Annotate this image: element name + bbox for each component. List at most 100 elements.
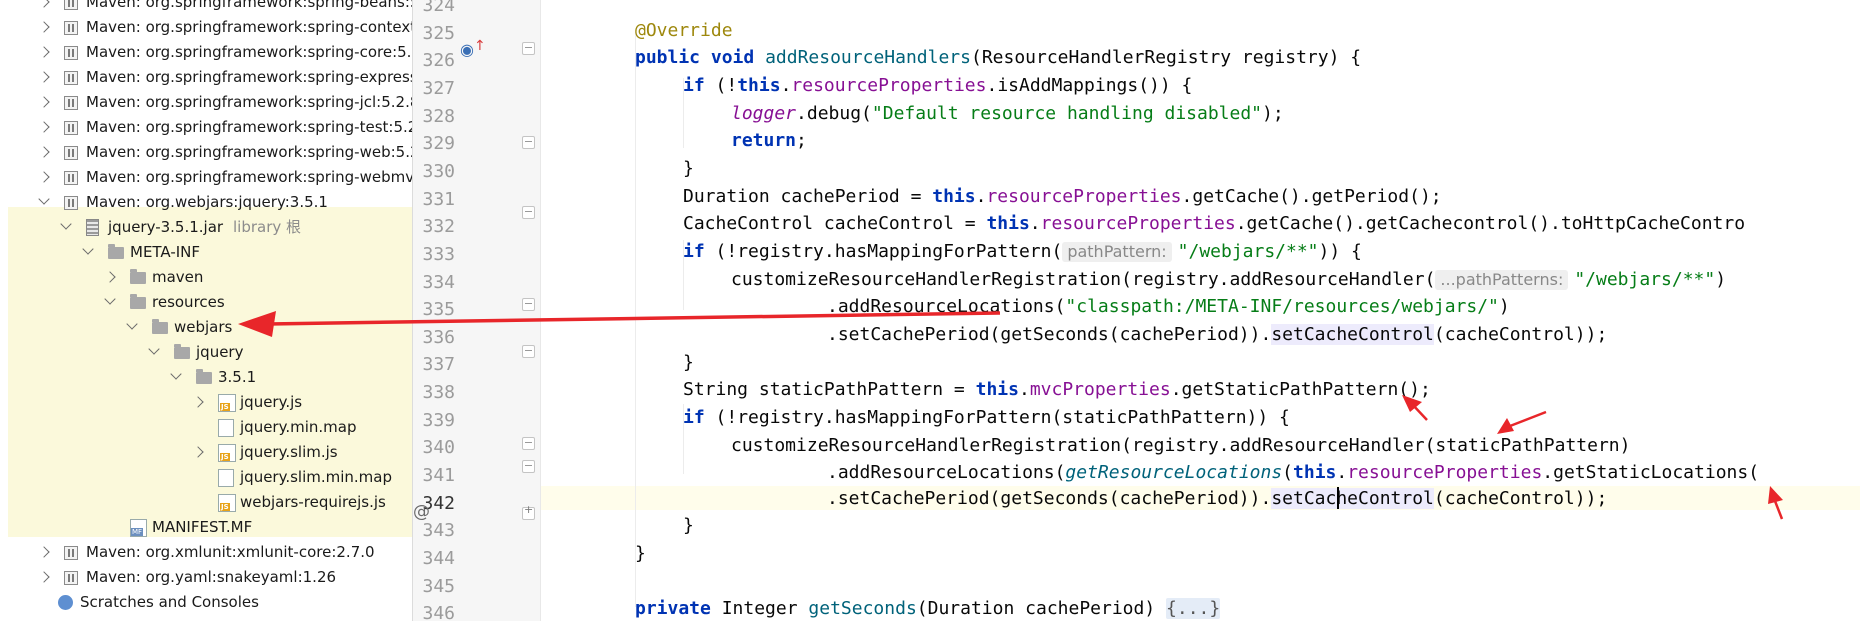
chevron-down-icon[interactable] [38,193,50,205]
manifest-file-icon [130,519,147,537]
code-line-337: } [683,352,694,373]
tree-item-label: 3.5.1 [218,368,257,386]
folder-icon [196,369,212,384]
line-number[interactable]: 329 [413,132,455,156]
javascript-file-icon [218,394,236,412]
tree-item-label: Maven: org.springframework:spring-contex… [86,18,413,36]
tree-item-label: jquery.js [240,393,303,411]
editor-gutter: 324 325 326 327 328 329 330 331 332 333 334 335 336 3… [413,0,541,624]
javascript-file-icon [218,444,236,462]
fold-marker[interactable] [522,206,535,219]
line-number[interactable]: 345 [413,575,455,599]
tree-item-label: maven [152,268,204,286]
code-line-326: public void addResourceHandlers(Resource… [635,47,1362,68]
javascript-file-icon [218,494,236,512]
chevron-right-icon[interactable] [38,171,50,183]
line-number[interactable]: 340 [413,436,455,460]
tree-item-label: Scratches and Consoles [80,593,259,611]
tree-item-label: Maven: org.springframework:spring-jcl:5.… [86,93,413,111]
code-line-336: .setCachePeriod(getSeconds(cachePeriod))… [827,324,1608,345]
code-line-327: if (!this.resourceProperties.isAddMappin… [683,75,1193,96]
code-line-344: } [635,543,646,564]
line-number[interactable]: 326 [413,49,455,73]
library-icon [64,171,78,185]
line-number[interactable]: 332 [413,215,455,239]
fold-marker[interactable] [522,345,535,358]
fold-marker[interactable] [522,437,535,450]
tree-item-label: MANIFEST.MF [152,518,253,536]
line-number[interactable]: 325 [413,22,455,46]
chevron-right-icon[interactable] [38,121,50,133]
code-line-325: @Override [635,20,733,41]
line-number[interactable]: 335 [413,298,455,322]
chevron-right-icon[interactable] [38,546,50,558]
code-line-334: customizeResourceHandlerRegistration(reg… [731,269,1727,290]
indent-guide [635,32,636,607]
line-number[interactable]: 344 [413,547,455,571]
tree-item-label: webjars-requirejs.js [240,493,386,511]
tree-item-label: jquery-3.5.1.jar [108,218,224,236]
line-number[interactable]: 341 [413,464,455,488]
library-icon [64,21,78,35]
code-editor[interactable]: @Override public void addResourceHandler… [541,0,1860,621]
tree-item-label: Maven: org.springframework:spring-expres… [86,68,413,86]
jar-icon [86,219,99,236]
line-number[interactable]: 331 [413,188,455,212]
code-line-340: customizeResourceHandlerRegistration(reg… [731,435,1631,456]
line-number[interactable]: 338 [413,381,455,405]
tree-item-label: webjars [174,318,233,336]
line-number[interactable]: 330 [413,160,455,184]
line-number[interactable]: 334 [413,271,455,295]
tree-item-label: Maven: org.springframework:spring-webmvc [86,168,413,186]
line-number[interactable]: 328 [413,105,455,129]
code-line-329: return; [731,130,807,151]
chevron-right-icon[interactable] [38,96,50,108]
fold-marker[interactable] [522,460,535,473]
map-file-icon [218,469,234,487]
fold-marker[interactable] [522,298,535,311]
fold-marker[interactable] [522,136,535,149]
line-number[interactable]: 343 [413,519,455,543]
chevron-right-icon[interactable] [38,71,50,83]
library-icon [64,96,78,110]
code-line-338: String staticPathPattern = this.mvcPrope… [683,379,1431,400]
tree-item-label: jquery.slim.js [240,443,338,461]
tree-item-label: META-INF [130,243,201,261]
library-icon [64,0,78,10]
scratches-icon [58,595,73,610]
line-number[interactable]: 333 [413,243,455,267]
line-number[interactable]: 336 [413,326,455,350]
chevron-right-icon[interactable] [38,146,50,158]
tree-item-label: Maven: org.springframework:spring-core:5… [86,43,413,61]
folder-icon [174,344,190,359]
line-number[interactable]: 324 [413,0,455,18]
library-icon [64,546,78,560]
line-number[interactable]: 346 [413,602,455,626]
at-icon[interactable]: @ [413,502,430,522]
chevron-right-icon[interactable] [38,0,50,8]
project-tree-panel: Maven: org.springframework:spring-beans:… [0,0,413,621]
line-number[interactable]: 339 [413,409,455,433]
parameter-hint: ...pathPatterns: [1435,270,1569,290]
parameter-hint: pathPattern: [1062,242,1172,262]
chevron-right-icon[interactable] [38,571,50,583]
fold-expand-marker[interactable] [522,503,535,520]
line-number[interactable]: 337 [413,353,455,377]
library-icon [64,121,78,135]
chevron-right-icon[interactable] [38,21,50,33]
tree-item-label: Maven: org.springframework:spring-web:5.… [86,143,413,161]
folder-icon [130,294,146,309]
implements-arrow-icon[interactable]: ↑ [474,38,486,54]
code-line-341: .addResourceLocations(getResourceLocatio… [827,462,1760,483]
code-line-333: if (!registry.hasMappingForPattern(pathP… [683,241,1362,262]
tree-item-label: Maven: org.yaml:snakeyaml:1.26 [86,568,337,586]
line-number[interactable]: 327 [413,77,455,101]
chevron-right-icon[interactable] [38,46,50,58]
library-icon [64,571,78,585]
map-file-icon [218,419,234,437]
tree-item-label: Maven: org.springframework:spring-beans:… [86,0,413,11]
text-caret [1337,487,1339,509]
fold-marker[interactable] [522,42,535,55]
override-marker-icon[interactable]: ◉ [460,40,474,59]
folded-code-placeholder[interactable]: {...} [1166,598,1221,619]
